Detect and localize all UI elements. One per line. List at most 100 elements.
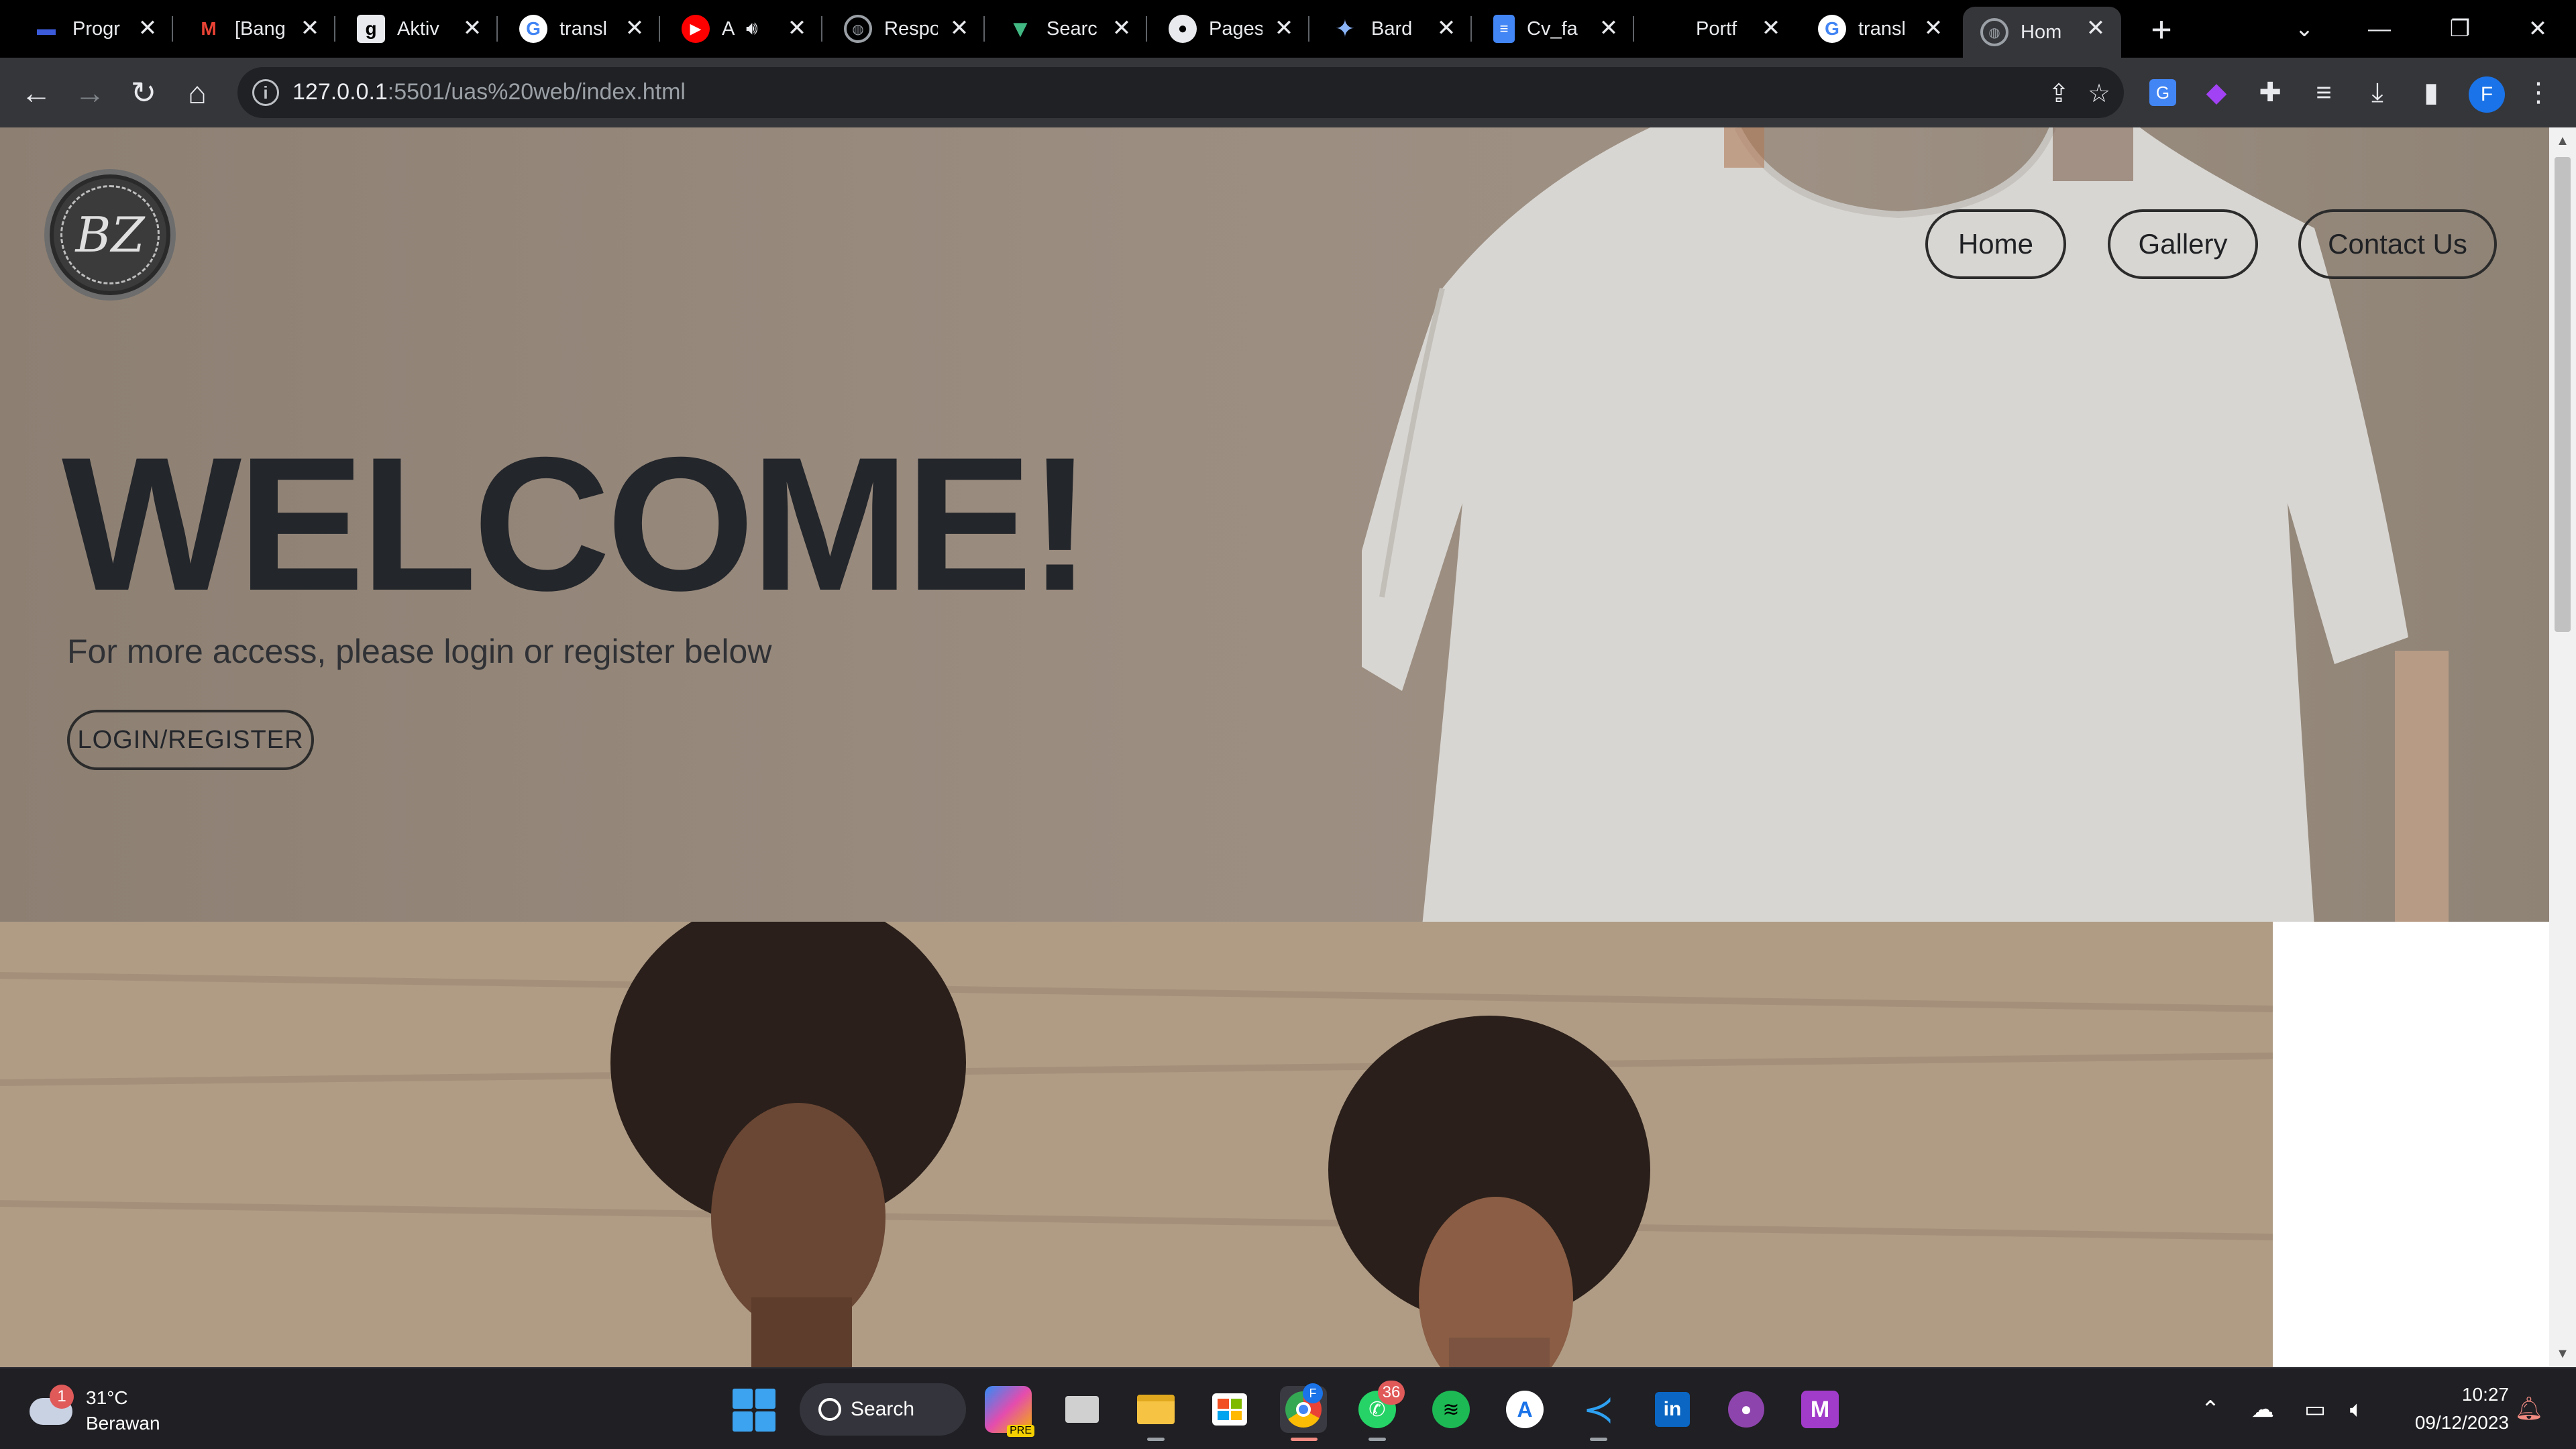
close-icon[interactable]: ✕ [1921, 15, 1945, 41]
minimize-icon[interactable]: — [2343, 7, 2416, 51]
tab-title: Portf [1696, 17, 1737, 40]
tab-search[interactable]: ▼ Searc ✕ [989, 7, 1147, 51]
browser-menu-icon[interactable]: ⋮ [2520, 74, 2557, 111]
search-label: Search [851, 1398, 915, 1420]
notification-bell-icon[interactable]: 🔔︎ [2514, 1394, 2544, 1424]
address-bar[interactable]: i 127.0.0.1:5501/uas%20web/index.html ⇪ … [237, 67, 2124, 118]
download-icon[interactable]: ⤓ [2359, 74, 2396, 111]
close-icon[interactable]: ✕ [785, 15, 809, 41]
windows-logo-tile [733, 1389, 753, 1409]
tab-title: transl [559, 17, 607, 40]
media-control-icon[interactable]: ≡ [2305, 74, 2343, 111]
windows-logo-tile [755, 1389, 775, 1409]
tab-portfolio[interactable]: Portf ✕ [1638, 7, 1796, 51]
gallery-blank-area [2273, 928, 2549, 1367]
taskbar-search[interactable]: Search [800, 1383, 966, 1436]
tab-search-dropdown-icon[interactable]: ⌄ [2267, 7, 2341, 51]
close-icon[interactable]: ✕ [1597, 15, 1621, 41]
onedrive-icon[interactable]: ☁ [2247, 1394, 2278, 1425]
tab-title: Aktiv [397, 17, 439, 40]
page-scrollbar[interactable]: ▲ ▼ [2549, 127, 2576, 1367]
login-register-button[interactable]: LOGIN/REGISTER [67, 710, 314, 770]
new-tab-button[interactable]: + [2144, 9, 2179, 50]
running-indicator [1368, 1438, 1386, 1441]
url-text[interactable]: 127.0.0.1:5501/uas%20web/index.html [292, 79, 686, 105]
nav-contact-button[interactable]: Contact Us [2298, 209, 2497, 279]
tab-respo[interactable]: ◍ Respo ✕ [826, 7, 985, 51]
close-icon[interactable]: ✕ [460, 15, 484, 41]
bookmark-star-icon[interactable]: ☆ [2084, 78, 2114, 109]
close-icon[interactable]: ✕ [136, 15, 160, 41]
spotify-icon[interactable]: ≋ [1428, 1386, 1474, 1433]
tab-title: transl [1858, 17, 1906, 40]
close-window-icon[interactable]: ✕ [2501, 7, 2575, 51]
windows-logo-tile [733, 1411, 753, 1432]
start-button[interactable] [733, 1389, 775, 1432]
tab-separator [1308, 16, 1309, 42]
reload-button[interactable]: ↻ [123, 72, 164, 113]
tab-bard[interactable]: ✦ Bard ✕ [1313, 7, 1472, 51]
github-desktop-icon[interactable]: ● [1723, 1386, 1770, 1433]
close-icon[interactable]: ✕ [1110, 15, 1134, 41]
tab-translate[interactable]: G transl ✕ [502, 7, 660, 51]
tab-cv-docs[interactable]: ≡ Cv_fa ✕ [1476, 7, 1634, 51]
browser-toolbar: ← → ↻ ⌂ i 127.0.0.1:5501/uas%20web/index… [0, 58, 2576, 127]
task-view-icon[interactable] [1059, 1386, 1106, 1433]
app-store-a-icon[interactable]: A [1501, 1386, 1548, 1433]
close-icon[interactable]: ✕ [298, 15, 322, 41]
home-button[interactable]: ⌂ [177, 72, 217, 113]
hero-subtitle: For more access, please login or registe… [67, 633, 772, 670]
weather-widget[interactable]: 1 31°C Berawan [27, 1382, 228, 1437]
gallery-photo [0, 922, 2273, 1367]
whatsapp-icon[interactable]: ✆ 36 [1354, 1381, 1405, 1441]
close-icon[interactable]: ✕ [1272, 15, 1296, 41]
forward-button[interactable]: → [70, 72, 110, 113]
tab-gmail[interactable]: M [Bang ✕ [177, 7, 335, 51]
tab-separator [659, 16, 660, 42]
file-explorer-icon[interactable] [1132, 1386, 1179, 1441]
restore-icon[interactable]: ❐ [2423, 7, 2497, 51]
volume-icon[interactable]: 🔈︎ [2341, 1394, 2372, 1425]
mobile-legends-icon[interactable]: M [1796, 1386, 1843, 1433]
microsoft-store-icon[interactable] [1206, 1386, 1253, 1433]
scroll-thumb[interactable] [2555, 157, 2571, 632]
tab-youtube-music[interactable]: ▶ A 🔊︎ ✕ [664, 7, 822, 51]
tab-translate-2[interactable]: G transl ✕ [1801, 7, 1959, 51]
nav-gallery-button[interactable]: Gallery [2108, 209, 2258, 279]
search-icon [818, 1398, 841, 1421]
tab-home-active[interactable]: ◍ Hom ✕ [1963, 7, 2121, 58]
close-icon[interactable]: ✕ [2084, 15, 2108, 41]
tab-separator [1470, 16, 1472, 42]
hero-section: BZ Home Gallery Contact Us WELCOME! For … [0, 127, 2549, 922]
chrome-icon[interactable]: F [1280, 1383, 1327, 1441]
back-button[interactable]: ← [16, 72, 56, 113]
nav-home-button[interactable]: Home [1925, 209, 2066, 279]
speaker-icon[interactable]: 🔊︎ [746, 17, 758, 40]
tab-aktiv[interactable]: g Aktiv ✕ [339, 7, 498, 51]
system-clock[interactable]: 10:27 09/12/2023 [2381, 1381, 2509, 1437]
extension-purple-icon[interactable]: ◆ [2198, 74, 2235, 111]
scroll-up-icon[interactable]: ▲ [2555, 133, 2571, 149]
close-icon[interactable]: ✕ [947, 15, 971, 41]
tab-github-pages[interactable]: ● Pages ✕ [1151, 7, 1309, 51]
google-translate-icon[interactable]: G [2144, 74, 2182, 111]
extensions-puzzle-icon[interactable]: ✚ [2251, 74, 2289, 111]
copilot-icon[interactable]: PRE [985, 1386, 1034, 1437]
site-logo[interactable]: BZ [44, 169, 176, 301]
tab-progress[interactable]: ▬ Progr ✕ [15, 7, 173, 51]
google-icon: G [519, 15, 547, 43]
close-icon[interactable]: ✕ [623, 15, 647, 41]
site-info-icon[interactable]: i [252, 79, 279, 106]
profile-avatar[interactable]: F [2469, 76, 2505, 113]
share-icon[interactable]: ⇪ [2043, 78, 2074, 109]
network-icon[interactable]: ▭ [2300, 1394, 2330, 1425]
close-icon[interactable]: ✕ [1434, 15, 1458, 41]
show-hidden-icons-chevron-icon[interactable]: ⌃ [2195, 1394, 2226, 1425]
tab-separator [1633, 16, 1634, 42]
logo-ornament-ring [60, 185, 160, 284]
linkedin-icon[interactable]: in [1649, 1386, 1696, 1433]
vscode-icon[interactable]: ≺ [1575, 1386, 1622, 1441]
close-icon[interactable]: ✕ [1759, 15, 1783, 41]
side-panel-icon[interactable]: ▮ [2412, 74, 2450, 111]
scroll-down-icon[interactable]: ▼ [2555, 1346, 2571, 1362]
